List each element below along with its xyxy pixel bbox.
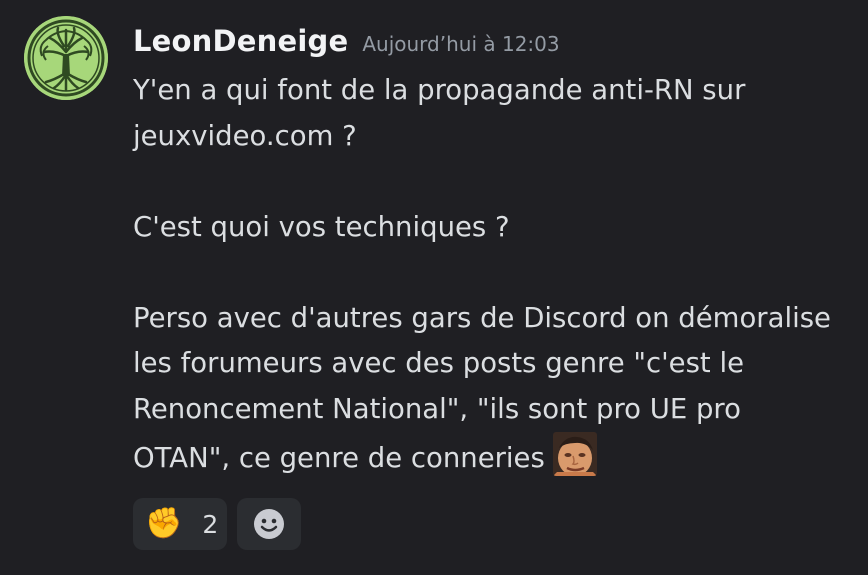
chat-message: LeonDeneige Aujourd’hui à 12:03 Y'en a qu… [0,0,868,575]
message-line: jeuxvideo.com ? [133,119,357,152]
reaction-count: 2 [202,509,219,539]
user-avatar[interactable] [24,16,108,100]
reaction-raised-fist[interactable]: ✊ 2 [133,498,227,550]
message-line: OTAN", ce genre de conneries [133,442,545,474]
message-last-line: OTAN", ce genre de conneries [133,432,853,478]
message-content: Y'en a qui font de la propagande anti-RN… [133,68,853,478]
message-line: Renoncement National", "ils sont pro UE … [133,392,741,425]
reactions-bar: ✊ 2 [133,498,301,550]
message-timestamp: Aujourd’hui à 12:03 [362,32,560,56]
message-line: Y'en a qui font de la propagande anti-RN… [133,74,746,106]
raised-fist-icon: ✊ [145,506,183,541]
author-username[interactable]: LeonDeneige [133,24,348,58]
add-reaction-smiley-icon [254,509,284,539]
face-emote-icon[interactable] [552,432,597,476]
message-line: les forumeurs avec des posts genre "c'es… [133,347,745,379]
add-reaction-button[interactable] [237,498,301,550]
message-line: Perso avec d'autres gars de Discord on d… [133,301,831,334]
tree-of-life-icon [24,16,108,100]
message-header: LeonDeneige Aujourd’hui à 12:03 [133,24,560,58]
message-line: C'est quoi vos techniques ? [133,210,510,243]
